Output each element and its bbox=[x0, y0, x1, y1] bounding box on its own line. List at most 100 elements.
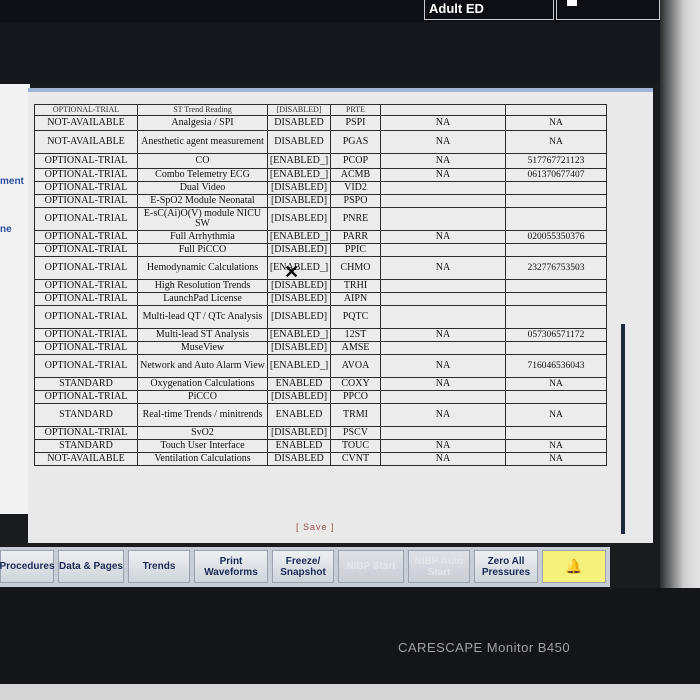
license-state-cell: ENABLED bbox=[267, 403, 331, 427]
trial-days-cell: NA bbox=[380, 256, 506, 280]
table-row[interactable]: NOT-AVAILABLE Analgesia / SPI DISABLED PSPI… bbox=[34, 115, 607, 131]
bell-icon: 🔔 bbox=[565, 558, 583, 574]
license-state-cell: [DISABLED] bbox=[267, 207, 331, 231]
table-row[interactable]: OPTIONAL-TRIAL Multi-lead QT / QTc Analys… bbox=[34, 305, 607, 329]
table-row[interactable]: OPTIONAL-TRIAL Full Arrhythmia [ENABLED_] P… bbox=[34, 230, 607, 244]
license-code-cell: AVOA bbox=[330, 354, 381, 378]
license-code-cell: PPCO bbox=[330, 390, 381, 404]
trial-days-cell bbox=[380, 194, 506, 208]
trial-days-cell bbox=[380, 305, 506, 329]
feature-name-cell: Dual Video bbox=[137, 181, 268, 195]
license-status-cell: OPTIONAL-TRIAL bbox=[34, 426, 138, 440]
table-cell: ST Trend Reading bbox=[137, 104, 268, 116]
trial-days-cell: NA bbox=[380, 230, 506, 244]
feature-name-cell: Anesthetic agent measurement bbox=[137, 130, 268, 154]
waveform-area bbox=[0, 22, 660, 84]
license-table-container: OPTIONAL-TRIAL ST Trend Reading [DISABLED]… bbox=[34, 104, 607, 506]
license-state-cell: ENABLED bbox=[267, 377, 331, 391]
procedures-button[interactable]: Procedures bbox=[0, 550, 55, 583]
table-row[interactable]: OPTIONAL-TRIAL MuseView [DISABLED] AMSE bbox=[34, 341, 607, 355]
device-label: CARESCAPE Monitor B450 bbox=[398, 640, 571, 655]
feature-name-cell: Hemodynamic Calculations bbox=[137, 256, 268, 280]
feature-name-cell: Multi-lead QT / QTc Analysis bbox=[137, 305, 268, 329]
table-row[interactable]: OPTIONAL-TRIAL E-sC(Ai)O(V) module NICU S… bbox=[34, 207, 607, 231]
license-code-cell: PSCV bbox=[330, 426, 381, 440]
scrollbar-thumb[interactable] bbox=[621, 324, 625, 534]
license-code-cell: CHMO bbox=[330, 256, 381, 280]
table-row[interactable]: STANDARD Touch User Interface ENABLED TOUC N… bbox=[34, 439, 607, 453]
zero-all-pressures-button[interactable]: Zero All Pressures bbox=[474, 550, 538, 583]
nibp-auto-start-button[interactable]: NIBP Auto Start bbox=[408, 550, 470, 583]
license-code-cell: COXY bbox=[330, 377, 381, 391]
table-row[interactable]: OPTIONAL-TRIAL CO [ENABLED_] PCOP NA 51776772… bbox=[34, 153, 607, 169]
license-status-cell: OPTIONAL-TRIAL bbox=[34, 341, 138, 355]
table-row[interactable]: STANDARD Oxygenation Calculations ENABLED C… bbox=[34, 377, 607, 391]
key-serial-cell bbox=[505, 194, 607, 208]
trends-button[interactable]: Trends bbox=[128, 550, 190, 583]
table-row[interactable]: OPTIONAL-TRIAL Network and Auto Alarm Vie… bbox=[34, 354, 607, 378]
feature-name-cell: Oxygenation Calculations bbox=[137, 377, 268, 391]
feature-name-cell: Full PiCCO bbox=[137, 243, 268, 257]
table-cell bbox=[505, 104, 607, 116]
table-cell: PRTE bbox=[330, 104, 381, 116]
trial-days-cell bbox=[380, 181, 506, 195]
table-row[interactable]: OPTIONAL-TRIAL E-SpO2 Module Neonatal [DIS… bbox=[34, 194, 607, 208]
feature-name-cell: Network and Auto Alarm View bbox=[137, 354, 268, 378]
save-button[interactable]: [ Save ] bbox=[296, 522, 335, 532]
table-row[interactable]: STANDARD Real-time Trends / minitrends ENA… bbox=[34, 403, 607, 427]
feature-name-cell: E-sC(Ai)O(V) module NICU SW bbox=[137, 207, 268, 231]
trial-days-cell bbox=[380, 292, 506, 306]
table-row[interactable]: OPTIONAL-TRIAL LaunchPad License [DISABLED… bbox=[34, 292, 607, 306]
license-status-cell: OPTIONAL-TRIAL bbox=[34, 328, 138, 342]
data-pages-button[interactable]: Data & Pages bbox=[58, 550, 124, 583]
print-waveforms-button[interactable]: Print Waveforms bbox=[194, 550, 268, 583]
license-status-cell: STANDARD bbox=[34, 377, 138, 391]
table-cell: [DISABLED] bbox=[267, 104, 331, 116]
trial-days-cell: NA bbox=[380, 153, 506, 169]
trial-days-cell bbox=[380, 243, 506, 257]
key-serial-cell: NA bbox=[505, 439, 607, 453]
license-code-cell: CVNT bbox=[330, 452, 381, 466]
license-state-cell: [ENABLED_] bbox=[267, 168, 331, 182]
background-text: ment bbox=[0, 176, 24, 187]
trial-days-cell: NA bbox=[380, 328, 506, 342]
table-row[interactable]: OPTIONAL-TRIAL Multi-lead ST Analysis [ENA… bbox=[34, 328, 607, 342]
table-row[interactable]: OPTIONAL-TRIAL Hemodynamic Calculations [E… bbox=[34, 256, 607, 280]
feature-name-cell: Real-time Trends / minitrends bbox=[137, 403, 268, 427]
license-code-cell: PQTC bbox=[330, 305, 381, 329]
license-status-cell: OPTIONAL-TRIAL bbox=[34, 230, 138, 244]
freeze-snapshot-button[interactable]: Freeze/ Snapshot bbox=[272, 550, 334, 583]
table-row[interactable]: NOT-AVAILABLE Anesthetic agent measuremen… bbox=[34, 130, 607, 154]
table-row[interactable]: OPTIONAL-TRIAL Full PiCCO [DISABLED] PPIC bbox=[34, 243, 607, 257]
license-code-cell: PSPI bbox=[330, 115, 381, 131]
table-row[interactable]: OPTIONAL-TRIAL High Resolution Trends [DIS… bbox=[34, 279, 607, 293]
license-status-cell: OPTIONAL-TRIAL bbox=[34, 207, 138, 231]
table-row[interactable]: OPTIONAL-TRIAL Combo Telemetry ECG [ENABLE… bbox=[34, 168, 607, 182]
indicator-square bbox=[567, 0, 577, 6]
scrollbar[interactable] bbox=[621, 104, 629, 544]
table-row[interactable]: OPTIONAL-TRIAL PiCCO [DISABLED] PPCO bbox=[34, 390, 607, 404]
key-serial-cell: NA bbox=[505, 115, 607, 131]
license-status-cell: OPTIONAL-TRIAL bbox=[34, 256, 138, 280]
key-serial-cell bbox=[505, 207, 607, 231]
background-text: ne bbox=[0, 224, 12, 235]
table-cell: OPTIONAL-TRIAL bbox=[34, 104, 138, 116]
license-code-cell: PGAS bbox=[330, 130, 381, 154]
key-serial-cell: 232776753503 bbox=[505, 256, 607, 280]
license-code-cell: TRHI bbox=[330, 279, 381, 293]
table-row[interactable]: NOT-AVAILABLE Ventilation Calculations DIS… bbox=[34, 452, 607, 466]
close-icon[interactable]: ✕ bbox=[284, 262, 299, 283]
license-state-cell: [DISABLED] bbox=[267, 292, 331, 306]
patient-category[interactable]: Adult ED bbox=[424, 0, 554, 20]
license-state-cell: DISABLED bbox=[267, 130, 331, 154]
nibp-start-button[interactable]: NIBP Start bbox=[338, 550, 404, 583]
license-code-cell: TOUC bbox=[330, 439, 381, 453]
table-row[interactable]: OPTIONAL-TRIAL SvO2 [DISABLED] PSCV bbox=[34, 426, 607, 440]
bottom-toolbar: Procedures Data & Pages Trends Print Wav… bbox=[0, 547, 610, 587]
license-status-cell: OPTIONAL-TRIAL bbox=[34, 354, 138, 378]
license-state-cell: [DISABLED] bbox=[267, 426, 331, 440]
alarm-silence-button[interactable]: 🔔 bbox=[542, 550, 606, 583]
table-row[interactable]: OPTIONAL-TRIAL Dual Video [DISABLED] VID2 bbox=[34, 181, 607, 195]
feature-name-cell: Touch User Interface bbox=[137, 439, 268, 453]
license-state-cell: [DISABLED] bbox=[267, 390, 331, 404]
